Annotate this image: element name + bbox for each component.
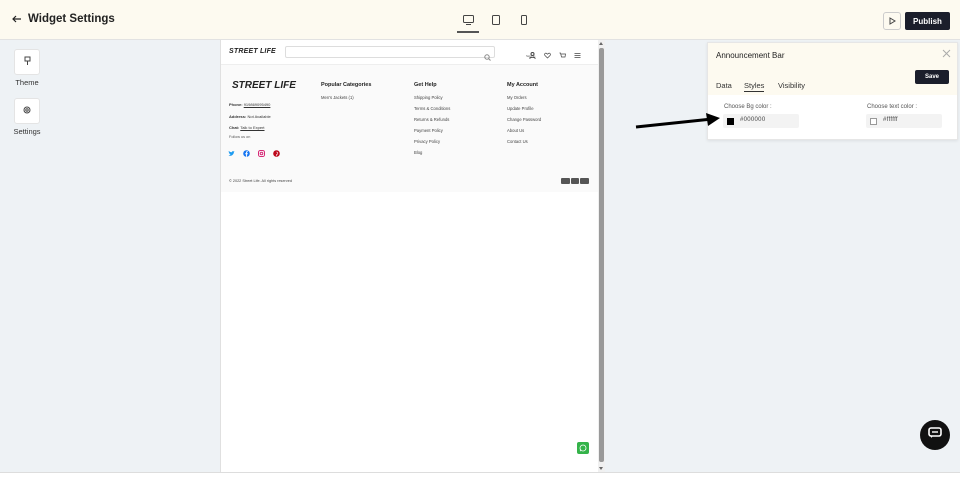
gear-icon [22, 102, 32, 120]
footer-column-account: My Account My Orders Update Profile Chan… [507, 82, 541, 150]
card-icon [561, 178, 570, 184]
text-color-label: Choose text color : [867, 104, 918, 110]
address-label: Address: [229, 114, 247, 119]
site-logo[interactable]: STREET LIFE [229, 48, 276, 55]
save-button[interactable]: Save [915, 70, 949, 84]
theme-button[interactable] [14, 49, 40, 75]
tab-data[interactable]: Data [716, 81, 732, 90]
settings-button[interactable] [14, 98, 40, 124]
text-color-field[interactable]: #ffffff [866, 114, 942, 128]
footer-link[interactable]: Terms & Conditions [414, 106, 450, 117]
card-icon [570, 178, 579, 184]
menu-icon[interactable] [574, 46, 582, 58]
heart-icon[interactable] [544, 46, 552, 59]
bg-color-label: Choose Bg color : [724, 104, 772, 110]
footer-link[interactable]: Payment Policy [414, 128, 450, 139]
whatsapp-icon [579, 439, 587, 457]
settings-label: Settings [13, 127, 41, 136]
address-value: Not Available [247, 114, 271, 119]
footer-link[interactable]: My Orders [507, 95, 541, 106]
preview-scrollbar[interactable] [598, 40, 605, 472]
address-row: Address: Not Available [229, 114, 271, 119]
brush-icon [23, 53, 32, 71]
social-links [228, 144, 280, 157]
chat-row: Chat: Talk to Expert [229, 125, 265, 130]
phone-row: Phone: 919869095490 [229, 102, 270, 107]
user-icon[interactable]: Sign In [526, 46, 537, 59]
site-preview-frame: STREET LIFE Sign In STREET LIFE Phone: 9… [220, 40, 605, 472]
theme-label: Theme [15, 78, 39, 87]
back-arrow-icon[interactable] [12, 12, 26, 28]
footer-link[interactable]: Shipping Policy [414, 95, 450, 106]
desktop-view-button[interactable] [457, 10, 479, 33]
bg-color-field[interactable]: #000000 [723, 114, 799, 128]
copyright-text: © 2022 Street Life. All rights reserved [229, 179, 292, 183]
tab-visibility[interactable]: Visibility [778, 81, 805, 90]
tab-styles[interactable]: Styles [744, 81, 765, 92]
text-color-swatch[interactable] [870, 117, 877, 125]
phone-link[interactable]: 919869095490 [244, 102, 271, 107]
footer-link[interactable]: Change Password [507, 117, 541, 128]
tablet-view-button[interactable] [485, 10, 507, 32]
chat-support-button[interactable] [920, 420, 950, 450]
top-bar: Widget Settings Publish [0, 0, 960, 40]
footer-link[interactable]: Update Profile [507, 106, 541, 117]
desktop-icon [462, 12, 474, 30]
chat-icon [928, 426, 942, 444]
mobile-icon [521, 12, 527, 30]
column-title: Get Help [414, 82, 437, 88]
page-title: Widget Settings [28, 13, 115, 25]
follow-label: Follow us on [229, 135, 251, 139]
facebook-icon[interactable] [243, 144, 250, 157]
footer-link[interactable]: Blog [414, 150, 450, 161]
footer-link[interactable]: Privacy Policy [414, 139, 450, 150]
annotation-arrow-icon [635, 113, 720, 129]
footer-logo[interactable]: STREET LIFE [232, 80, 296, 91]
play-icon [889, 12, 896, 30]
payment-icons [561, 178, 589, 184]
twitter-icon[interactable] [228, 144, 235, 156]
footer-column-categories: Popular Categories Men's Jackets (1) [321, 82, 371, 106]
site-header: STREET LIFE Sign In [221, 40, 598, 64]
card-icon [580, 178, 589, 184]
close-icon[interactable] [942, 49, 951, 61]
tablet-icon [492, 12, 500, 30]
chat-link[interactable]: Talk to Expert [240, 125, 264, 130]
column-title: My Account [507, 82, 538, 88]
scroll-up-arrow-icon[interactable] [599, 42, 603, 45]
footer-link[interactable]: Men's Jackets (1) [321, 95, 371, 106]
preview-play-button[interactable] [883, 12, 901, 30]
site-search-input[interactable] [285, 46, 495, 61]
whatsapp-button[interactable] [577, 442, 589, 454]
mobile-view-button[interactable] [513, 10, 535, 32]
bg-color-value[interactable]: #000000 [740, 117, 765, 123]
pinterest-icon[interactable] [273, 144, 280, 157]
footer-link[interactable]: Returns & Refunds [414, 117, 450, 128]
header-icons: Sign In [526, 46, 582, 59]
chat-label: Chat: [229, 125, 240, 130]
column-title: Popular Categories [321, 82, 372, 88]
footer-link[interactable]: Contact Us [507, 139, 541, 150]
instagram-icon[interactable] [258, 144, 265, 157]
site-footer: STREET LIFE Phone: 919869095490 Address:… [221, 64, 598, 192]
sign-in-label[interactable]: Sign In [526, 54, 535, 58]
announcement-bar-panel: Announcement Bar Save Data Styles Visibi… [707, 42, 958, 140]
publish-button[interactable]: Publish [905, 12, 950, 30]
phone-label: Phone: [229, 102, 243, 107]
footer-link[interactable]: About Us [507, 128, 541, 139]
scroll-thumb[interactable] [599, 48, 604, 462]
bottom-strip [0, 472, 960, 480]
text-color-value[interactable]: #ffffff [883, 117, 898, 123]
cart-icon[interactable] [559, 46, 567, 58]
footer-column-help: Get Help Shipping Policy Terms & Conditi… [414, 82, 450, 161]
panel-title: Announcement Bar [716, 51, 785, 60]
scroll-down-arrow-icon[interactable] [599, 467, 603, 470]
bg-color-swatch[interactable] [727, 117, 734, 125]
